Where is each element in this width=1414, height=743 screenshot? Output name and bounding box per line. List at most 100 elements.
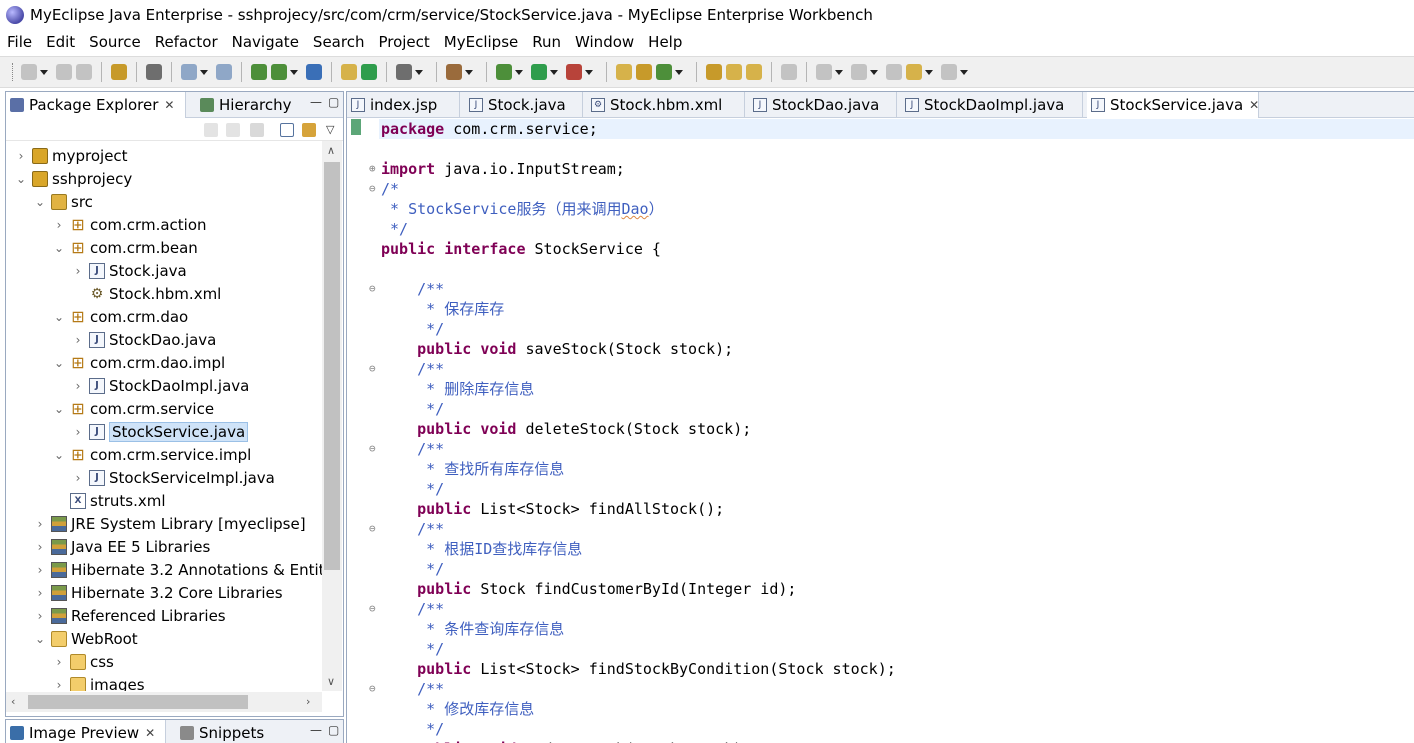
chevron-right-icon[interactable]: › <box>33 540 47 554</box>
maximize-icon[interactable]: ▢ <box>328 95 339 109</box>
new-wizard-icon[interactable] <box>21 64 37 80</box>
tree-item-java-ee-5-libraries[interactable]: › Java EE 5 Libraries <box>33 535 211 558</box>
new-java-project-icon[interactable] <box>616 64 632 80</box>
tab-snippets[interactable]: Snippets <box>176 720 268 743</box>
chevron-down-icon[interactable]: ⌄ <box>52 448 66 462</box>
chevron-right-icon[interactable]: › <box>33 586 47 600</box>
tree-item-com-crm-service-impl[interactable]: ⌄ ⊞ com.crm.service.impl <box>52 443 251 466</box>
menu-project[interactable]: Project <box>378 33 429 51</box>
open-type-icon[interactable] <box>111 64 127 80</box>
tree-item-stockservice-java[interactable]: › J StockService.java <box>71 420 249 443</box>
previous-annotation-dropdown-icon[interactable] <box>870 69 878 75</box>
chevron-down-icon[interactable]: ⌄ <box>52 356 66 370</box>
forward-arrow-icon[interactable] <box>226 123 240 137</box>
collapse-fold-icon[interactable]: ⊖ <box>369 182 376 195</box>
tree-item-sshprojecy[interactable]: ⌄ sshprojecy <box>14 167 132 190</box>
menu-help[interactable]: Help <box>648 33 682 51</box>
chevron-right-icon[interactable]: › <box>71 379 85 393</box>
menu-source[interactable]: Source <box>89 33 141 51</box>
image-editor-dropdown-icon[interactable] <box>415 69 423 75</box>
web-project-icon[interactable] <box>181 64 197 80</box>
chevron-down-icon[interactable]: ⌄ <box>33 632 47 646</box>
external-tools-dropdown-icon[interactable] <box>585 69 593 75</box>
previous-annotation-icon[interactable] <box>851 64 867 80</box>
tree-item-hibernate-3-2-annotations-entity[interactable]: › Hibernate 3.2 Annotations & Entity <box>33 558 322 581</box>
external-tools-icon[interactable] <box>566 64 582 80</box>
scroll-left-arrow-icon[interactable]: ‹ <box>11 695 15 708</box>
chevron-right-icon[interactable]: › <box>71 425 85 439</box>
tree-item-jre-system-library-myeclipse[interactable]: › JRE System Library [myeclipse] <box>33 512 306 535</box>
chevron-down-icon[interactable]: ⌄ <box>52 310 66 324</box>
chevron-right-icon[interactable]: › <box>71 471 85 485</box>
tree-item-webroot[interactable]: ⌄ WebRoot <box>33 627 138 650</box>
tree-item-images[interactable]: › images <box>52 673 145 691</box>
chevron-right-icon[interactable]: › <box>33 517 47 531</box>
link-with-editor-icon[interactable] <box>302 123 316 137</box>
maximize-icon[interactable]: ▢ <box>328 723 339 737</box>
back-arrow-icon[interactable] <box>906 64 922 80</box>
close-icon[interactable]: ✕ <box>145 726 155 740</box>
tree-item-com-crm-bean[interactable]: ⌄ ⊞ com.crm.bean <box>52 236 198 259</box>
new-package-icon[interactable] <box>636 64 652 80</box>
tree-vertical-scroll-thumb[interactable] <box>324 162 340 570</box>
web-project-dropdown-icon[interactable] <box>200 69 208 75</box>
open-resource-icon[interactable] <box>746 64 762 80</box>
run-icon[interactable] <box>531 64 547 80</box>
up-icon[interactable] <box>250 123 264 137</box>
chevron-down-icon[interactable]: ⌄ <box>33 195 47 209</box>
pen-icon[interactable] <box>781 64 797 80</box>
image-editor-icon[interactable] <box>396 64 412 80</box>
new-dropdown-icon[interactable] <box>40 69 48 75</box>
tab-image-preview[interactable]: Image Preview ✕ <box>6 720 166 743</box>
chevron-down-icon[interactable]: ⌄ <box>52 241 66 255</box>
menu-edit[interactable]: Edit <box>46 33 75 51</box>
collapse-fold-icon[interactable]: ⊖ <box>369 362 376 375</box>
save-icon[interactable] <box>56 64 72 80</box>
new-class-icon[interactable] <box>656 64 672 80</box>
open-folder-icon[interactable] <box>341 64 357 80</box>
tree-item-stock-hbm-xml[interactable]: ⚙ Stock.hbm.xml <box>71 282 222 305</box>
tab-hierarchy[interactable]: Hierarchy <box>196 92 296 118</box>
tree-item-com-crm-dao-impl[interactable]: ⌄ ⊞ com.crm.dao.impl <box>52 351 225 374</box>
debug-icon[interactable] <box>496 64 512 80</box>
chevron-right-icon[interactable]: › <box>52 655 66 669</box>
build-dropdown-icon[interactable] <box>465 69 473 75</box>
server-dropdown-icon[interactable] <box>290 69 298 75</box>
print-icon[interactable] <box>76 64 92 80</box>
tree-horizontal-scroll-thumb[interactable] <box>28 695 248 709</box>
chevron-right-icon[interactable]: › <box>71 264 85 278</box>
chevron-right-icon[interactable]: › <box>71 333 85 347</box>
run-dropdown-icon[interactable] <box>550 69 558 75</box>
tree-item-com-crm-service[interactable]: ⌄ ⊞ com.crm.service <box>52 397 214 420</box>
tree-item-com-crm-action[interactable]: › ⊞ com.crm.action <box>52 213 207 236</box>
tree-item-stockdao-java[interactable]: › J StockDao.java <box>71 328 217 351</box>
rocket-icon[interactable] <box>726 64 742 80</box>
chevron-right-icon[interactable]: › <box>14 149 28 163</box>
chevron-right-icon[interactable]: › <box>33 563 47 577</box>
new-class-dropdown-icon[interactable] <box>675 69 683 75</box>
view-menu-chevron-down-icon[interactable]: ▽ <box>326 123 340 137</box>
server-icon[interactable] <box>271 64 287 80</box>
last-edit-icon[interactable] <box>886 64 902 80</box>
chevron-down-icon[interactable]: ⌄ <box>52 402 66 416</box>
tree-item-stockserviceimpl-java[interactable]: › J StockServiceImpl.java <box>71 466 275 489</box>
build-icon[interactable] <box>446 64 462 80</box>
menu-file[interactable]: File <box>7 33 32 51</box>
menu-search[interactable]: Search <box>313 33 365 51</box>
chevron-right-icon[interactable]: › <box>52 678 66 692</box>
new-package-icon[interactable] <box>361 64 377 80</box>
scroll-up-arrow-icon[interactable]: ∧ <box>327 144 335 157</box>
search-icon[interactable] <box>216 64 232 80</box>
debug-dropdown-icon[interactable] <box>515 69 523 75</box>
tree-item-src[interactable]: ⌄ src <box>33 190 93 213</box>
tree-item-hibernate-3-2-core-libraries[interactable]: › Hibernate 3.2 Core Libraries <box>33 581 283 604</box>
deploy-icon[interactable] <box>251 64 267 80</box>
collapse-fold-icon[interactable]: ⊖ <box>369 682 376 695</box>
menu-refactor[interactable]: Refactor <box>155 33 218 51</box>
collapse-fold-icon[interactable]: ⊖ <box>369 522 376 535</box>
chevron-right-icon[interactable]: › <box>33 609 47 623</box>
tab-package-explorer[interactable]: Package Explorer ✕ <box>6 92 186 118</box>
chevron-down-icon[interactable]: ⌄ <box>14 172 28 186</box>
minimize-icon[interactable]: — <box>310 95 322 109</box>
next-annotation-dropdown-icon[interactable] <box>835 69 843 75</box>
